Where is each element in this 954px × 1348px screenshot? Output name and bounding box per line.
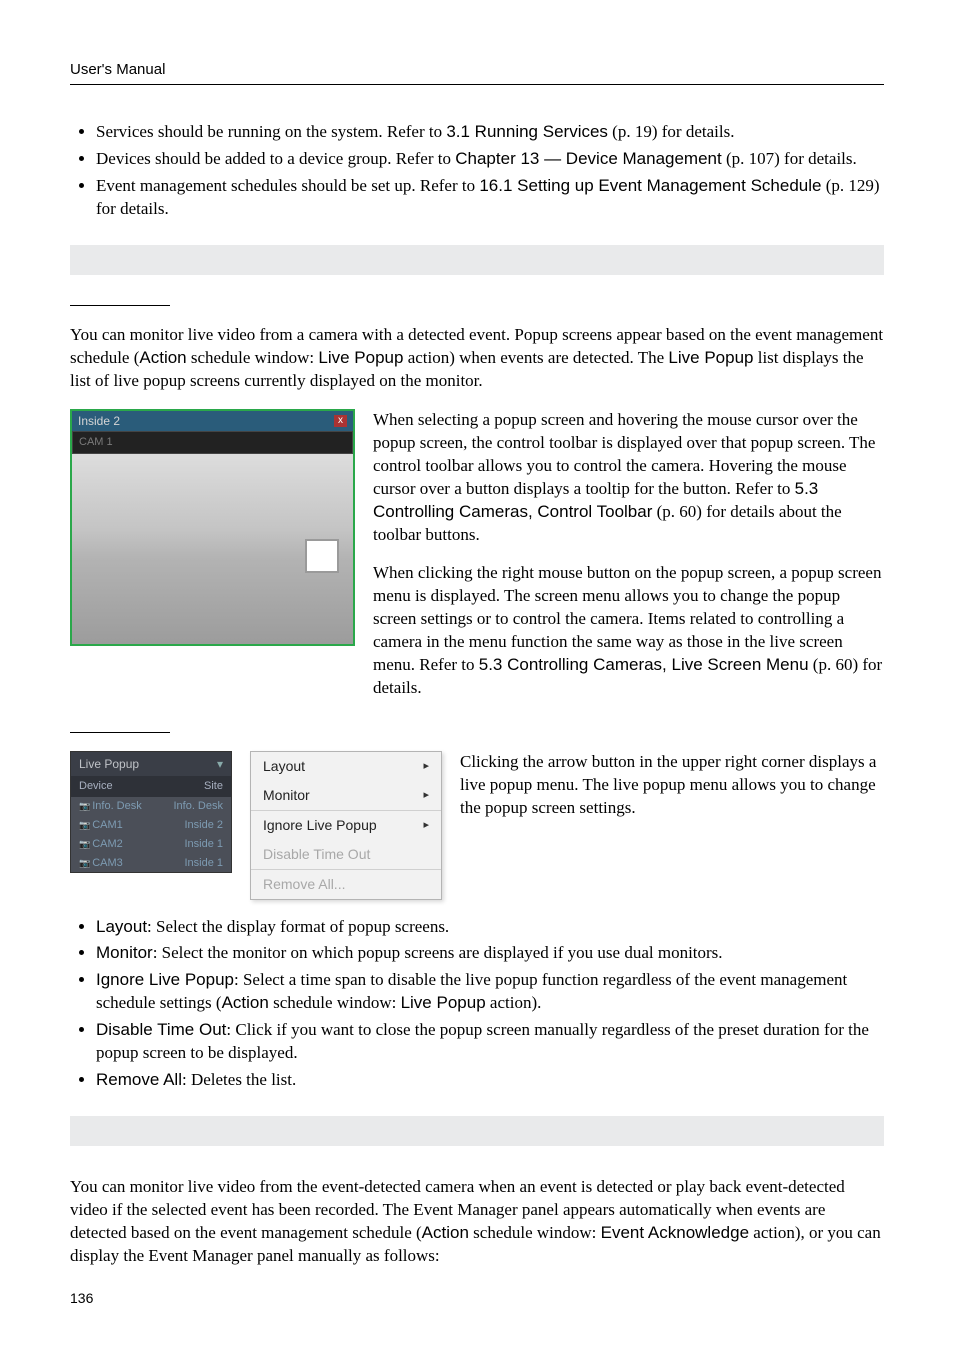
chevron-down-icon[interactable]: ▾ [217,756,223,772]
text: schedule window: [469,1223,601,1242]
keyword: Action [422,1223,469,1242]
text: Services should be running on the system… [96,122,446,141]
picture-frame-icon [305,539,339,573]
camera-label: CAM 1 [72,431,353,454]
prereq-list: Services should be running on the system… [70,121,884,221]
menu-label: Ignore Live Popup [263,816,377,835]
menu-item-remove-all: Remove All... [251,870,441,899]
keyword: Live Popup [401,993,486,1012]
list-item: Monitor: Select the monitor on which pop… [96,942,884,965]
ref-link: 5.3 Controlling Cameras, Live Screen Men… [479,655,809,674]
text: action) when events are detected. The [403,348,668,367]
popup-row: Inside 2 x CAM 1 When selecting a popup … [70,409,884,716]
text: : Deletes the list. [182,1070,296,1089]
menu-label: Disable Time Out [263,845,370,864]
page-header: User's Manual [70,60,884,85]
live-popup-row: Live Popup ▾ Device Site 📷Info. DeskInfo… [70,751,884,899]
device-cell: CAM2 [92,838,123,850]
live-popup-columns: Device Site [71,776,231,797]
table-row[interactable]: 📷CAM2 Inside 1 [71,835,231,854]
section-band [70,245,884,275]
ref-link: 3.1 Running Services [446,122,608,141]
list-item: Remove All: Deletes the list. [96,1069,884,1092]
live-popup-menu: Layout ▸ Monitor ▸ Ignore Live Popup ▸ Disa… [250,751,442,899]
device-cell: Info. Desk [92,800,142,812]
close-icon[interactable]: x [334,415,347,427]
options-list: Layout: Select the display format of pop… [70,916,884,1093]
option-name: Remove All [96,1070,182,1089]
menu-item-layout[interactable]: Layout ▸ [251,752,441,781]
device-cell: CAM1 [92,819,123,831]
page-number: 136 [70,1289,93,1308]
list-item: Disable Time Out: Click if you want to c… [96,1019,884,1065]
menu-item-ignore[interactable]: Ignore Live Popup ▸ [251,811,441,840]
site-cell: Inside 1 [184,837,223,852]
keyword: Action [222,993,269,1012]
submenu-arrow-icon: ▸ [423,788,429,803]
option-name: Monitor [96,943,153,962]
camera-icon: 📷 [79,858,90,868]
paragraph: When selecting a popup screen and hoveri… [373,409,884,547]
menu-item-disable-timeout: Disable Time Out [251,840,441,869]
site-cell: Info. Desk [173,799,223,814]
live-popup-title: Live Popup [79,756,139,772]
text: Devices should be added to a device grou… [96,149,455,168]
menu-label: Remove All... [263,875,345,894]
ref-link: 16.1 Setting up Event Management Schedul… [479,176,821,195]
text: schedule window: [187,348,319,367]
list-item: Layout: Select the display format of pop… [96,916,884,939]
paragraph: Clicking the arrow button in the upper r… [460,751,884,820]
text: (p. 19) for details. [608,122,735,141]
menu-description: Clicking the arrow button in the upper r… [460,751,884,836]
page: User's Manual Services should be running… [0,0,954,1348]
option-name: Ignore Live Popup [96,970,234,989]
paragraph: You can monitor live video from the even… [70,1176,884,1268]
text: (p. 107) for details. [722,149,857,168]
table-row[interactable]: 📷CAM1 Inside 2 [71,816,231,835]
camera-icon: 📷 [79,839,90,849]
menu-label: Monitor [263,786,310,805]
col-device: Device [79,779,113,794]
rule [70,732,170,733]
text: action). [486,993,542,1012]
list-item: Event management schedules should be set… [96,175,884,221]
site-cell: Inside 2 [184,818,223,833]
live-popup-panel: Live Popup ▾ Device Site 📷Info. DeskInfo… [70,751,232,873]
text: : Select the monitor on which popup scre… [153,943,723,962]
device-cell: CAM3 [92,857,123,869]
keyword: Live Popup [668,348,753,367]
keyword: Live Popup [318,348,403,367]
col-site: Site [204,779,223,794]
section-band [70,1116,884,1146]
menu-item-monitor[interactable]: Monitor ▸ [251,781,441,810]
option-name: Layout [96,917,147,936]
submenu-arrow-icon: ▸ [423,759,429,774]
paragraph: When clicking the right mouse button on … [373,562,884,700]
submenu-arrow-icon: ▸ [423,818,429,833]
text: Event management schedules should be set… [96,176,479,195]
table-row[interactable]: 📷Info. DeskInfo. Desk [71,797,231,816]
menu-label: Layout [263,757,305,776]
keyword: Action [139,348,186,367]
popup-description: When selecting a popup screen and hoveri… [373,409,884,716]
list-item: Devices should be added to a device grou… [96,148,884,171]
table-row[interactable]: 📷CAM3 Inside 1 [71,854,231,873]
list-item: Ignore Live Popup: Select a time span to… [96,969,884,1015]
camera-icon: 📷 [79,801,90,811]
paragraph: You can monitor live video from a camera… [70,324,884,393]
text: schedule window: [269,993,401,1012]
popup-title-text: Inside 2 [78,413,120,429]
ref-link: Chapter 13 — Device Management [455,149,721,168]
live-popup-header: Live Popup ▾ [71,752,231,776]
popup-titlebar: Inside 2 x [72,411,353,431]
site-cell: Inside 1 [184,856,223,871]
list-item: Services should be running on the system… [96,121,884,144]
rule [70,305,170,306]
keyword: Event Acknowledge [601,1223,749,1242]
video-area [72,454,353,644]
option-name: Disable Time Out [96,1020,226,1039]
text: : Select the display format of popup scr… [147,917,449,936]
camera-icon: 📷 [79,820,90,830]
popup-screenshot: Inside 2 x CAM 1 [70,409,355,646]
